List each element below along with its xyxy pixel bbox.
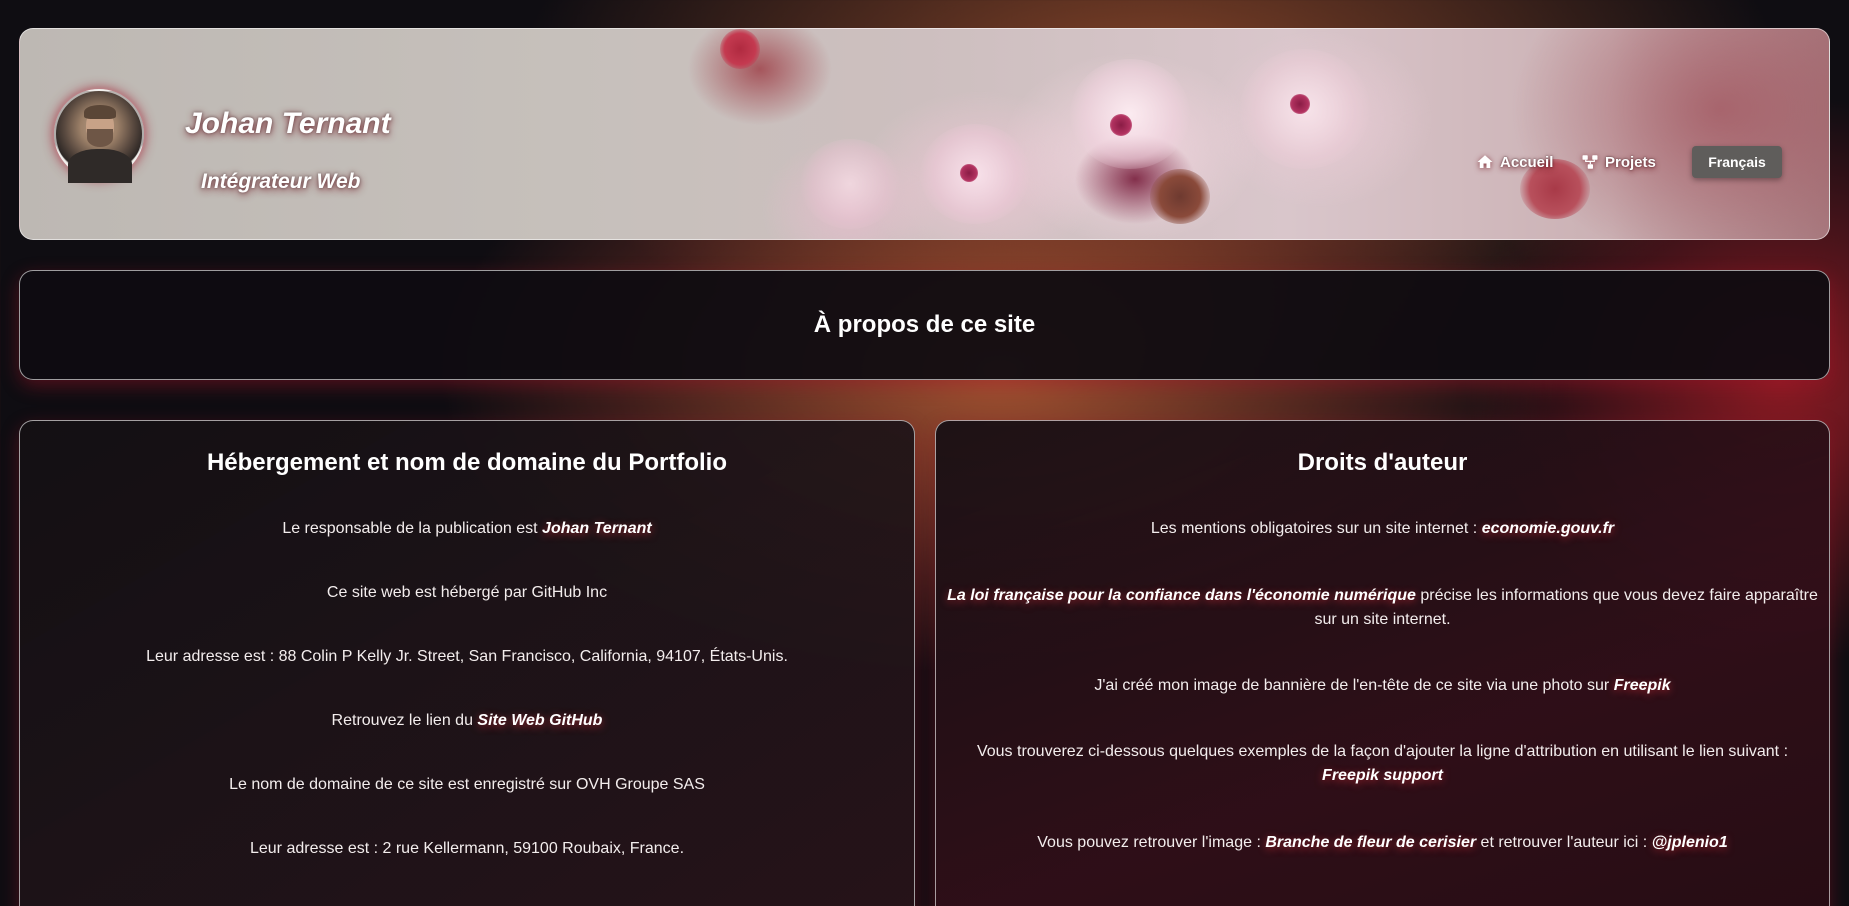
avatar-body — [68, 149, 132, 183]
freepik-link[interactable]: Freepik — [1614, 677, 1671, 694]
image-text: Vous pouvez retrouver l'image : — [1037, 834, 1266, 851]
home-icon — [1477, 155, 1493, 168]
site-header: Johan Ternant Intégrateur Web Accueil Pr… — [19, 28, 1830, 240]
github-link[interactable]: Site Web GitHub — [477, 712, 602, 729]
blossom-decoration — [1150, 169, 1210, 224]
law-line: La loi française pour la confiance dans … — [944, 584, 1821, 632]
author-text: et retrouver l'auteur ici : — [1476, 834, 1652, 851]
image-line: Vous pouvez retrouver l'image : Branche … — [944, 831, 1821, 855]
nav-home-label: Accueil — [1500, 153, 1554, 171]
nav-projects-label: Projets — [1605, 153, 1656, 171]
publisher-line: Le responsable de la publication est Joh… — [28, 517, 906, 541]
domain-address-line: Leur adresse est : 2 rue Kellermann, 591… — [249, 840, 685, 857]
blossom-decoration — [960, 164, 978, 182]
language-button[interactable]: Français — [1692, 146, 1782, 178]
blossom-decoration — [800, 139, 900, 229]
avatar — [54, 89, 144, 183]
hosting-card-content: Le responsable de la publication est Joh… — [28, 517, 906, 861]
image-link[interactable]: Branche de fleur de cerisier — [1265, 834, 1476, 851]
projects-icon — [1582, 155, 1598, 169]
publisher-text: Le responsable de la publication est — [282, 520, 543, 537]
host-address-line: Leur adresse est : 88 Colin P Kelly Jr. … — [146, 648, 788, 665]
mentions-line: Les mentions obligatoires sur un site in… — [944, 517, 1821, 541]
copyright-card: Droits d'auteur Les mentions obligatoire… — [935, 420, 1830, 906]
copyright-card-title: Droits d'auteur — [1297, 449, 1468, 476]
mentions-text: Les mentions obligatoires sur un site in… — [1150, 520, 1482, 537]
host-line: Ce site web est hébergé par GitHub Inc — [326, 584, 608, 601]
hosting-card: Hébergement et nom de domaine du Portfol… — [19, 420, 915, 906]
site-owner-role: Intégrateur Web — [201, 170, 361, 193]
banner-line: J'ai créé mon image de bannière de l'en-… — [944, 674, 1821, 698]
blossom-decoration — [1110, 114, 1132, 136]
author-link[interactable]: @jplenio1 — [1652, 834, 1728, 851]
nav-projects-link[interactable]: Projets — [1581, 147, 1656, 177]
publisher-name: Johan Ternant — [542, 520, 652, 537]
economie-link[interactable]: economie.gouv.fr — [1482, 520, 1614, 537]
github-line: Retrouvez le lien du Site Web GitHub — [28, 709, 906, 733]
attribution-text: Vous trouverez ci-dessous quelques exemp… — [976, 743, 1789, 760]
page-title-bar: À propos de ce site — [19, 270, 1830, 380]
avatar-hair — [84, 105, 116, 119]
law-link[interactable]: La loi française pour la confiance dans … — [947, 587, 1416, 604]
blossom-decoration — [720, 29, 760, 69]
blossom-decoration — [1290, 94, 1310, 114]
site-owner-name: Johan Ternant — [185, 107, 391, 140]
page-title: À propos de ce site — [813, 311, 1036, 338]
github-text: Retrouvez le lien du — [331, 712, 478, 729]
banner-text: J'ai créé mon image de bannière de l'en-… — [1094, 677, 1614, 694]
domain-line: Le nom de domaine de ce site est enregis… — [229, 776, 705, 793]
hosting-card-title: Hébergement et nom de domaine du Portfol… — [206, 449, 728, 476]
attribution-line: Vous trouverez ci-dessous quelques exemp… — [944, 740, 1821, 788]
freepik-support-link[interactable]: Freepik support — [1322, 767, 1443, 784]
blossom-decoration — [1070, 59, 1190, 169]
avatar-beard — [87, 129, 113, 147]
nav-home-link[interactable]: Accueil — [1476, 147, 1553, 177]
